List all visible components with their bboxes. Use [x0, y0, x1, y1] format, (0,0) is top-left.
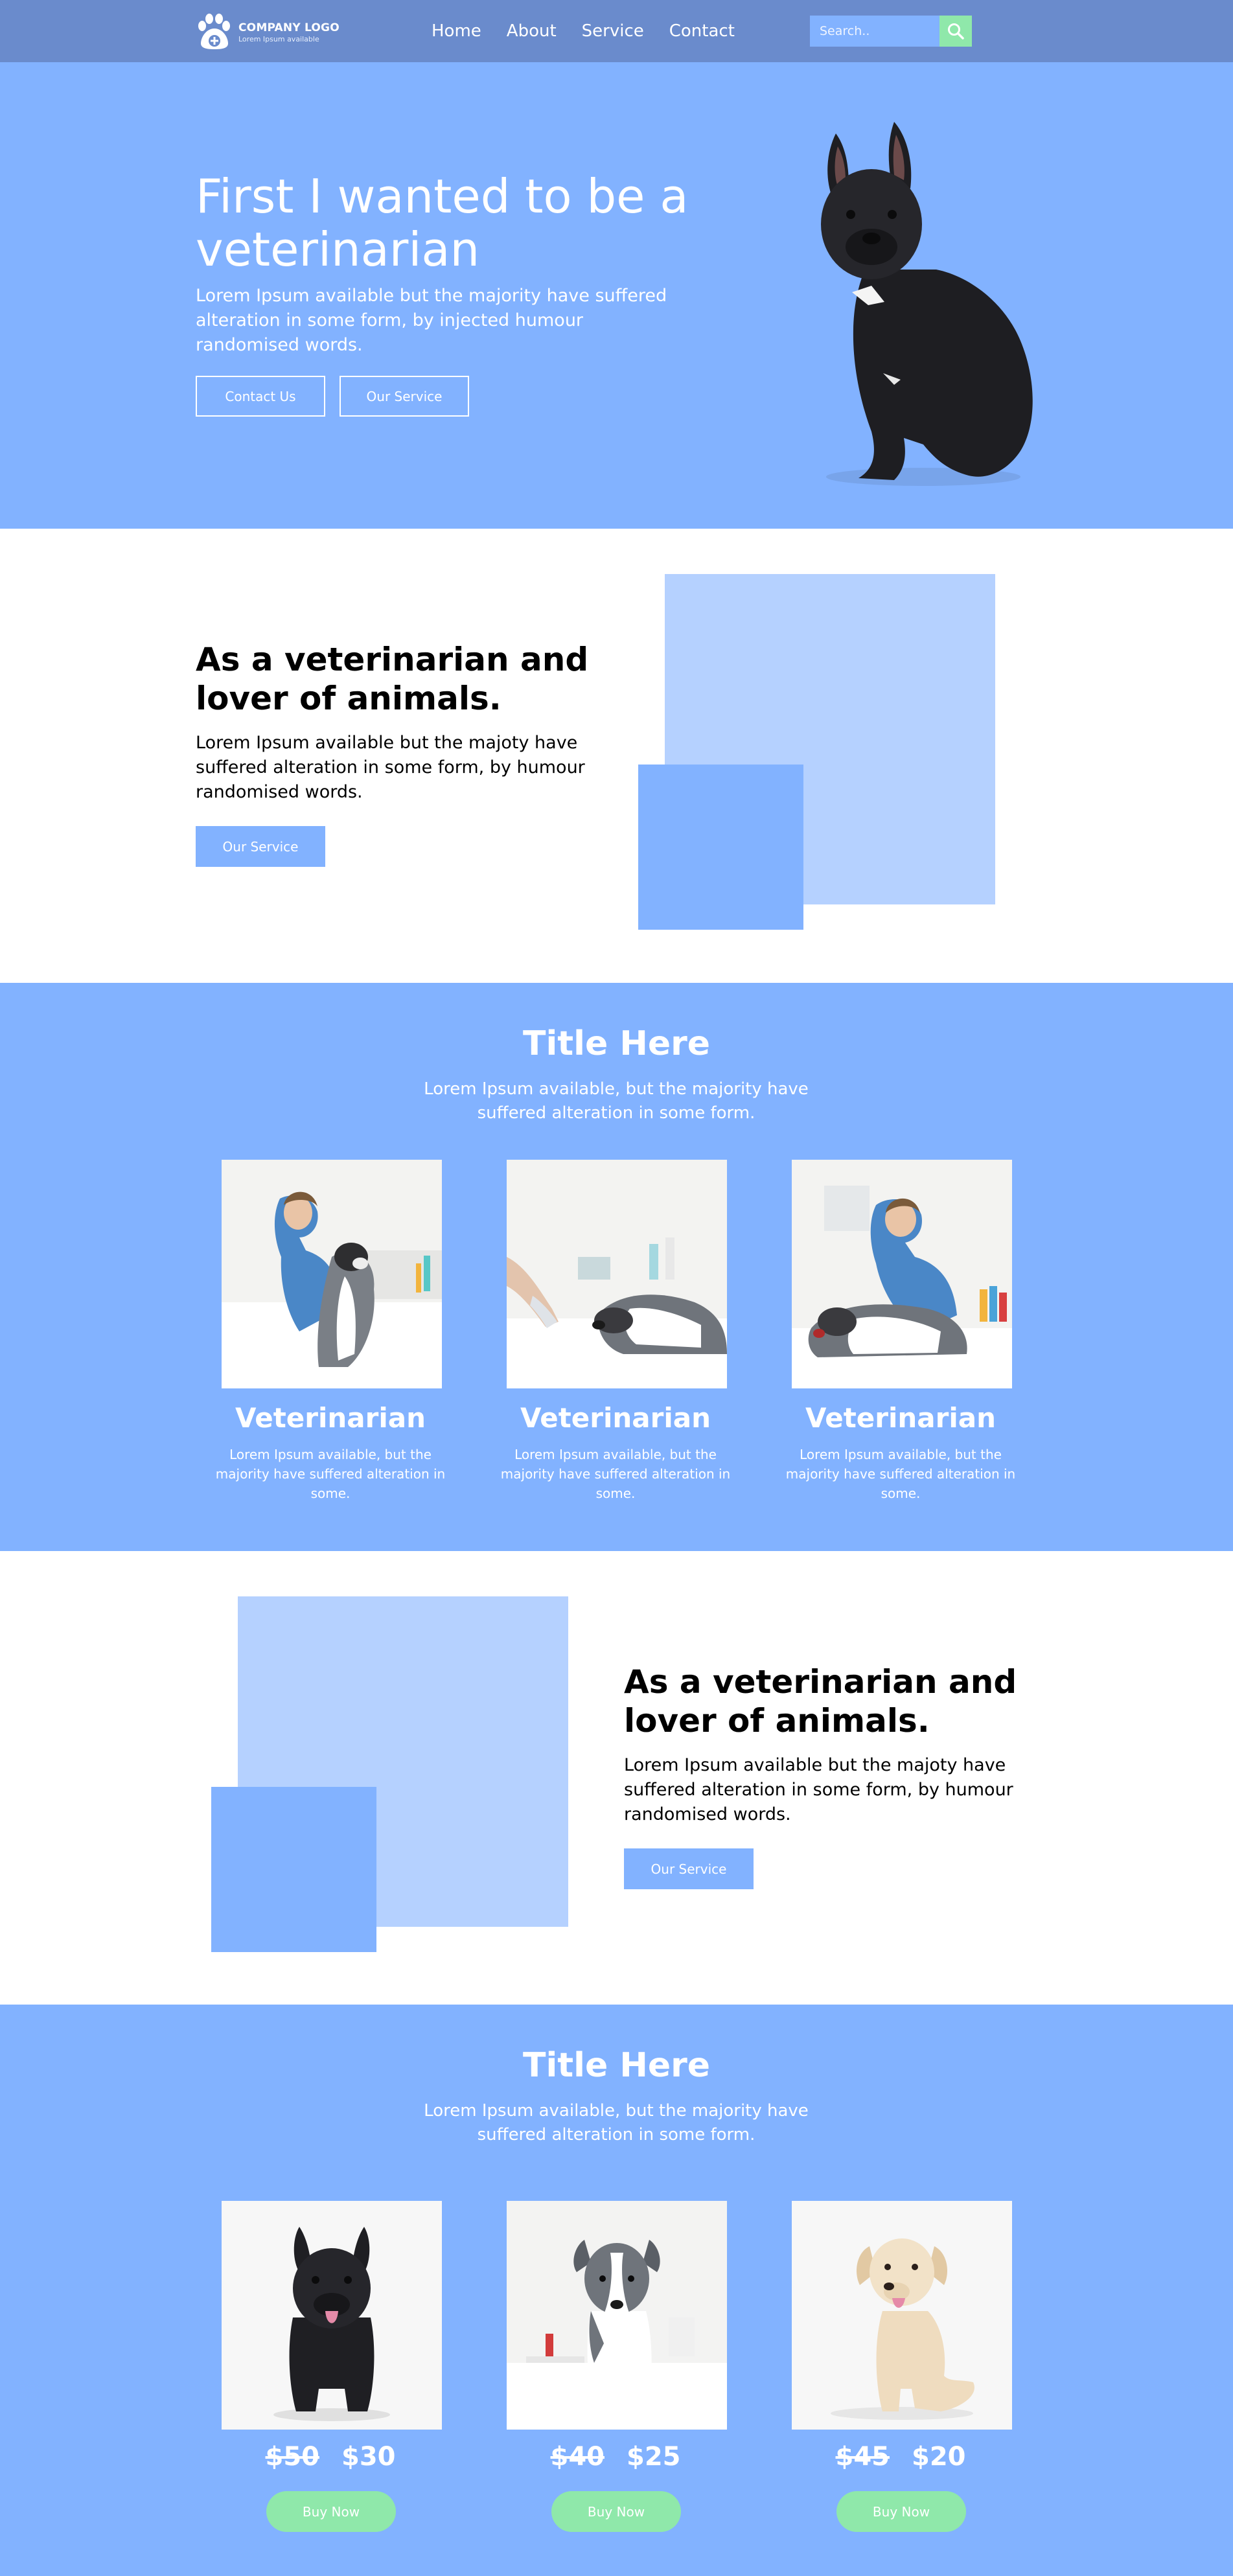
- search-bar: [810, 16, 972, 47]
- team-card-text: Lorem Ipsum available, but the majority …: [785, 1447, 1016, 1501]
- team-title: Title Here: [522, 1024, 711, 1063]
- feature-1-text: Lorem Ipsum available but the majoty hav…: [196, 733, 585, 802]
- team-card: Veterinarian Lorem Ipsum available, but …: [771, 1160, 1030, 1510]
- search-input[interactable]: [810, 16, 939, 47]
- current-price: $30: [341, 2442, 396, 2472]
- team-subtitle: Lorem Ipsum available, but the majority …: [424, 1079, 809, 1123]
- buy-now-button[interactable]: Buy Now: [836, 2491, 966, 2532]
- shop-subtitle: Lorem Ipsum available, but the majority …: [424, 2101, 809, 2145]
- product-card: $40 $25 Buy Now: [486, 2201, 745, 2538]
- feature-1-service-button[interactable]: Our Service: [196, 826, 325, 867]
- vet-stethoscope-photo: [792, 1160, 1012, 1388]
- price-row: $45 $20: [771, 2442, 1030, 2472]
- team-card-title: Veterinarian: [805, 1402, 996, 1434]
- border-collie-product-photo: [507, 2201, 727, 2430]
- old-price: $45: [835, 2442, 890, 2472]
- team-card-text: Lorem Ipsum available, but the majority …: [500, 1447, 731, 1501]
- decorative-square-small: [211, 1787, 376, 1952]
- french-bulldog-image: [821, 122, 1033, 486]
- old-price: $50: [265, 2442, 320, 2472]
- feature-1-title: As a veterinarian and lover of animals.: [196, 641, 589, 717]
- feature-2-service-button[interactable]: Our Service: [624, 1848, 754, 1889]
- team-card: Veterinarian Lorem Ipsum available, but …: [486, 1160, 745, 1510]
- old-price: $40: [550, 2442, 605, 2472]
- team-card-title: Veterinarian: [520, 1402, 711, 1434]
- nav-home[interactable]: Home: [432, 18, 481, 44]
- search-button[interactable]: [939, 16, 972, 47]
- logo-subtitle: Lorem Ipsum available: [238, 35, 319, 43]
- site-header: COMPANY LOGO Lorem Ipsum available Home …: [0, 0, 1233, 62]
- team-card: Veterinarian Lorem Ipsum available, but …: [201, 1160, 460, 1510]
- decorative-square-small: [638, 765, 803, 930]
- shop-section: Title Here Lorem Ipsum available, but th…: [0, 2005, 1233, 2576]
- company-logo[interactable]: COMPANY LOGO Lorem Ipsum available: [196, 12, 351, 51]
- product-card: $50 $30 Buy Now: [201, 2201, 460, 2538]
- nav-contact[interactable]: Contact: [669, 18, 735, 44]
- feature-2-text: Lorem Ipsum available but the majoty hav…: [624, 1755, 1013, 1824]
- feature-2-title: As a veterinarian and lover of animals.: [624, 1663, 1017, 1740]
- shop-title: Title Here: [522, 2046, 711, 2085]
- vet-with-dog-photo: [222, 1160, 442, 1388]
- dog-exam-photo: [507, 1160, 727, 1388]
- hero-section: First I wanted to be a veterinarian Lore…: [0, 62, 1233, 529]
- search-icon: [948, 23, 964, 40]
- contact-us-button[interactable]: Contact Us: [196, 376, 325, 417]
- nav-service[interactable]: Service: [582, 18, 644, 44]
- current-price: $25: [627, 2442, 681, 2472]
- labrador-product-photo: [792, 2201, 1012, 2430]
- logo-title: COMPANY LOGO: [238, 21, 340, 34]
- feature-section-1: As a veterinarian and lover of animals. …: [0, 529, 1233, 983]
- feature-section-2: As a veterinarian and lover of animals. …: [0, 1551, 1233, 2005]
- team-card-title: Veterinarian: [235, 1402, 426, 1434]
- current-price: $20: [912, 2442, 966, 2472]
- french-bulldog-product-photo: [222, 2201, 442, 2430]
- product-card: $45 $20 Buy Now: [771, 2201, 1030, 2538]
- price-row: $50 $30: [201, 2442, 460, 2472]
- buy-now-button[interactable]: Buy Now: [551, 2491, 681, 2532]
- team-section: Title Here Lorem Ipsum available, but th…: [0, 983, 1233, 1551]
- price-row: $40 $25: [486, 2442, 745, 2472]
- hero-title: First I wanted to be a veterinarian: [196, 169, 689, 277]
- main-nav: Home About Service Contact: [432, 18, 735, 44]
- team-card-text: Lorem Ipsum available, but the majority …: [215, 1447, 446, 1501]
- paw-logo-icon: [198, 14, 230, 49]
- our-service-button[interactable]: Our Service: [340, 376, 469, 417]
- buy-now-button[interactable]: Buy Now: [266, 2491, 396, 2532]
- hero-text: Lorem Ipsum available but the majority h…: [196, 286, 667, 355]
- nav-about[interactable]: About: [507, 18, 557, 44]
